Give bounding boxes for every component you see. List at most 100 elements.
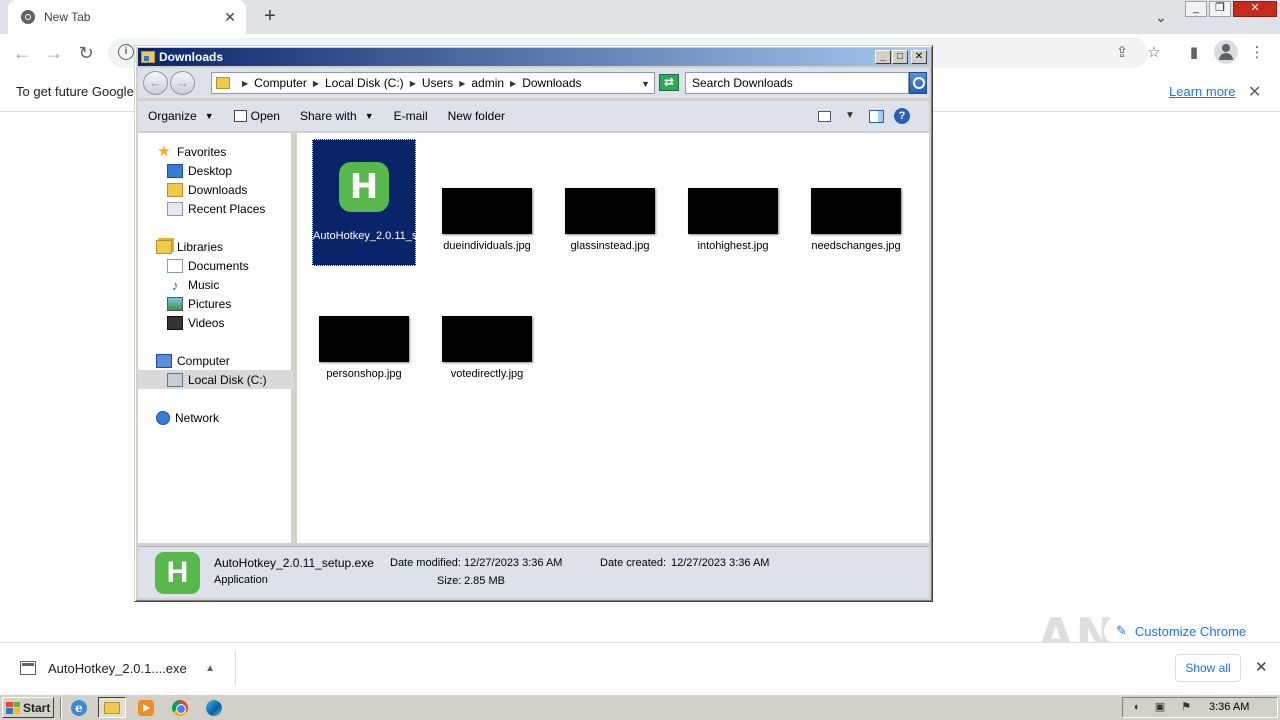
nav-buttons: ← → <box>143 71 197 95</box>
file-name: votedirectly.jpg <box>450 368 524 380</box>
nav-label: Local Disk (C:) <box>188 372 267 387</box>
nav-item-local-disk[interactable]: Local Disk (C:) <box>138 370 294 389</box>
file-tile[interactable]: dueindividuals.jpg <box>435 188 539 253</box>
forward-icon[interactable]: → <box>170 71 195 95</box>
taskbar-edge[interactable] <box>200 697 228 718</box>
search-icon[interactable] <box>909 72 927 94</box>
learn-more-link[interactable]: Learn more <box>1169 84 1235 99</box>
nav-item-pictures[interactable]: Pictures <box>167 294 231 313</box>
preview-pane-icon[interactable] <box>869 109 884 123</box>
customize-chrome-label: Customize Chrome <box>1134 623 1247 639</box>
reload-icon[interactable]: ↻ <box>73 41 99 67</box>
chevron-right-icon[interactable]: ▶ <box>313 79 319 88</box>
shelf-close-icon[interactable]: ✕ <box>1255 658 1268 676</box>
new-tab-button[interactable]: + <box>258 5 282 29</box>
profile-avatar[interactable] <box>1214 40 1238 64</box>
back-icon[interactable]: ← <box>143 71 168 95</box>
start-button[interactable]: Start <box>2 697 54 718</box>
chevron-down-icon[interactable]: ▼ <box>641 79 650 89</box>
infobar-close-icon[interactable]: ✕ <box>1248 82 1261 102</box>
breadcrumb-local-disk[interactable]: Local Disk (C:) <box>325 76 404 90</box>
breadcrumb-computer[interactable]: Computer <box>254 76 307 90</box>
nav-item-videos[interactable]: Videos <box>167 313 224 332</box>
taskbar-media-player[interactable] <box>132 697 160 718</box>
chevron-right-icon[interactable]: ▶ <box>242 79 248 88</box>
nav-item-favorites[interactable]: ★ Favorites <box>156 142 226 161</box>
refresh-icon[interactable]: ⇄ <box>659 74 679 91</box>
file-tile[interactable]: H AutoHotkey_2.0.11_setup.exe <box>312 139 460 266</box>
chevron-up-icon[interactable]: ▲ <box>205 663 215 674</box>
nav-item-downloads[interactable]: Downloads <box>167 180 247 199</box>
breadcrumb-users[interactable]: Users <box>422 76 453 90</box>
email-button[interactable]: E-mail <box>384 105 438 127</box>
breadcrumb[interactable]: ▶ Computer ▶ Local Disk (C:) ▶ Users ▶ a… <box>211 72 655 94</box>
explorer-titlebar[interactable]: Downloads _ □ ✕ <box>138 48 929 66</box>
computer-icon <box>156 353 172 368</box>
file-tile[interactable]: needschanges.jpg <box>804 188 908 253</box>
clock[interactable]: 3:36 AM <box>1209 701 1249 713</box>
nav-item-network[interactable]: Network <box>156 408 219 427</box>
change-view-icon[interactable] <box>818 110 831 122</box>
search-input[interactable]: Search Downloads <box>685 72 909 94</box>
nav-item-libraries[interactable]: Libraries <box>156 237 223 256</box>
details-file-name: AutoHotkey_2.0.11_setup.exe <box>214 556 374 570</box>
new-folder-button[interactable]: New folder <box>438 105 515 127</box>
back-arrow-icon[interactable]: ← <box>9 41 35 67</box>
window-title: Downloads <box>159 50 224 64</box>
nav-label: Documents <box>188 258 249 273</box>
bookmark-star-icon[interactable]: ☆ <box>1143 42 1165 64</box>
file-tile[interactable]: intohighest.jpg <box>681 188 785 253</box>
open-icon <box>233 110 247 122</box>
file-name: needschanges.jpg <box>811 240 901 252</box>
menu-kebab-icon[interactable]: ⋮ <box>1246 42 1268 64</box>
tab-search-icon[interactable]: ⌄ <box>1150 6 1172 28</box>
folder-icon <box>141 51 155 63</box>
close-icon[interactable]: ✕ <box>911 50 927 64</box>
nav-item-documents[interactable]: Documents <box>167 256 249 275</box>
chevron-right-icon[interactable]: ▶ <box>459 79 465 88</box>
show-all-button[interactable]: Show all <box>1175 654 1241 682</box>
file-tile[interactable]: glassinstead.jpg <box>558 188 662 253</box>
pictures-icon <box>167 296 183 311</box>
network-status-icon[interactable]: ▣ <box>1153 701 1167 714</box>
close-window-icon[interactable]: ✕ <box>1233 1 1277 17</box>
breadcrumb-downloads[interactable]: Downloads <box>522 76 581 90</box>
volume-icon[interactable]: ◖ <box>1129 701 1143 714</box>
site-info-icon[interactable]: i <box>118 44 134 60</box>
nav-item-music[interactable]: ♪ Music <box>167 275 220 294</box>
side-panel-icon[interactable]: ▮ <box>1183 42 1205 64</box>
nav-item-computer[interactable]: Computer <box>156 351 230 370</box>
nav-item-recent-places[interactable]: Recent Places <box>167 199 265 218</box>
help-icon[interactable]: ? <box>894 108 910 124</box>
action-center-flag-icon[interactable]: ⚑ <box>1179 701 1193 714</box>
chevron-right-icon[interactable]: ▶ <box>510 79 516 88</box>
file-tile[interactable]: personshop.jpg <box>312 316 416 381</box>
breadcrumb-admin[interactable]: admin <box>471 76 504 90</box>
image-thumbnail <box>442 316 532 362</box>
organize-button[interactable]: Organize ▼ <box>138 105 224 127</box>
taskbar-explorer[interactable] <box>98 697 126 718</box>
file-tile[interactable]: votedirectly.jpg <box>435 316 539 381</box>
image-thumbnail <box>688 188 778 234</box>
taskbar-ie[interactable]: e <box>65 697 93 718</box>
nav-label: Computer <box>177 353 230 368</box>
forward-arrow-icon[interactable]: → <box>41 41 67 67</box>
minimize-icon[interactable]: _ <box>1185 1 1207 17</box>
restore-icon[interactable]: ❐ <box>1209 1 1231 17</box>
customize-chrome-button[interactable]: ✎ Customize Chrome <box>1104 617 1262 645</box>
nav-item-desktop[interactable]: Desktop <box>167 161 232 180</box>
open-button[interactable]: Open <box>224 105 290 127</box>
chevron-down-icon[interactable]: ▼ <box>841 108 859 124</box>
windows-taskbar: Start e ◖ ▣ ⚑ 3:36 AM <box>0 694 1280 720</box>
taskbar-chrome[interactable] <box>166 697 194 718</box>
share-with-button[interactable]: Share with ▼ <box>290 105 384 127</box>
chevron-right-icon[interactable]: ▶ <box>410 79 416 88</box>
share-icon[interactable]: ⇪ <box>1111 42 1133 64</box>
minimize-icon[interactable]: _ <box>875 50 891 64</box>
local-disk-icon <box>167 372 183 387</box>
tab-new-tab[interactable]: New Tab ✕ <box>8 0 246 34</box>
download-item[interactable]: AutoHotkey_2.0.1....exe ▲ <box>10 651 236 685</box>
tab-close-icon[interactable]: ✕ <box>220 7 240 27</box>
network-icon <box>156 410 170 425</box>
maximize-icon[interactable]: □ <box>892 50 908 64</box>
